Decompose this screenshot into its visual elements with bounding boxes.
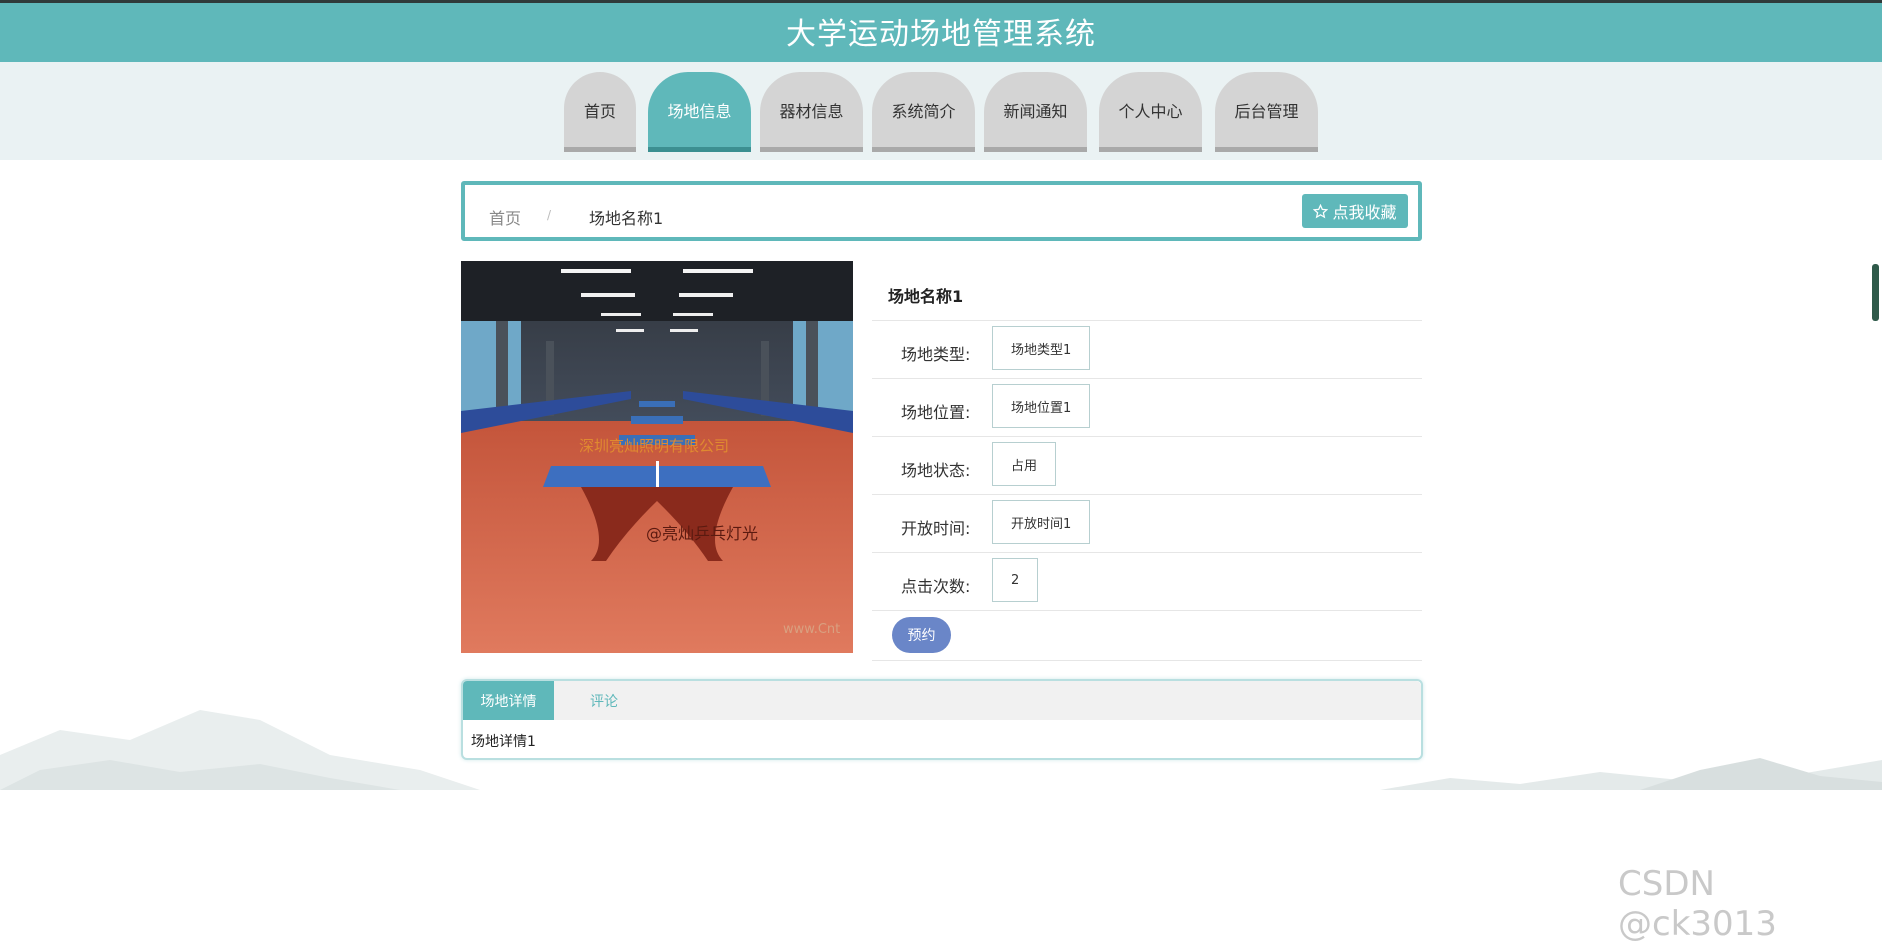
breadcrumb-separator: /: [547, 208, 552, 222]
nav-tab-home[interactable]: 首页: [564, 72, 636, 152]
nav-tab-equipment-info[interactable]: 器材信息: [760, 72, 863, 152]
field-row-location: 场地位置: 场地位置1: [872, 379, 1422, 437]
field-row-type: 场地类型: 场地类型1: [872, 321, 1422, 379]
tab-venue-detail[interactable]: 场地详情: [463, 681, 554, 720]
header-bar: 大学运动场地管理系统: [0, 0, 1882, 62]
nav-tab-admin[interactable]: 后台管理: [1215, 72, 1318, 152]
venue-name: 场地名称1: [872, 261, 1422, 321]
detail-tabbar: 场地详情 评论: [463, 681, 1421, 720]
photo-watermark-handle: @亮灿乒乓灯光: [646, 524, 758, 543]
field-label-open-time: 开放时间:: [901, 519, 971, 538]
nav-tab-news[interactable]: 新闻通知: [984, 72, 1087, 152]
field-label-status: 场地状态:: [901, 461, 971, 480]
book-button[interactable]: 预约: [892, 617, 951, 653]
breadcrumb-home[interactable]: 首页: [489, 205, 521, 229]
venue-photo: 深圳亮灿照明有限公司 @亮灿乒乓灯光 www.Cnt: [461, 261, 853, 653]
field-value-open-time: 开放时间1: [992, 500, 1091, 544]
field-row-open-time: 开放时间: 开放时间1: [872, 495, 1422, 553]
field-row-status: 场地状态: 占用: [872, 437, 1422, 495]
photo-watermark-url: www.Cnt: [783, 622, 840, 637]
site-title: 大学运动场地管理系统: [786, 16, 1096, 52]
tab-comments[interactable]: 评论: [554, 681, 654, 720]
nav-tab-system-intro[interactable]: 系统简介: [872, 72, 975, 152]
photo-watermark-company: 深圳亮灿照明有限公司: [579, 437, 729, 455]
favorite-button-label: 点我收藏: [1332, 203, 1397, 222]
breadcrumb: 首页 / 场地名称1 点我收藏: [461, 181, 1422, 241]
field-row-clicks: 点击次数: 2: [872, 553, 1422, 611]
venue-info-panel: 场地名称1 场地类型: 场地类型1 场地位置: 场地位置1 场地状态: 占用 开…: [872, 261, 1422, 661]
scrollbar-thumb[interactable]: [1872, 264, 1879, 321]
field-value-location: 场地位置1: [992, 384, 1091, 428]
favorite-button[interactable]: 点我收藏: [1302, 194, 1408, 228]
breadcrumb-current: 场地名称1: [589, 209, 664, 228]
book-row: 预约: [872, 611, 1422, 661]
csdn-watermark: CSDN @ck3013: [1618, 864, 1777, 944]
field-label-type: 场地类型:: [901, 345, 971, 364]
star-outline-icon: [1313, 203, 1329, 218]
field-value-type: 场地类型1: [992, 326, 1091, 370]
detail-content: 场地详情1: [471, 734, 536, 750]
field-value-clicks: 2: [992, 558, 1039, 602]
field-value-status: 占用: [992, 442, 1057, 486]
detail-panel: 场地详情 评论 场地详情1: [461, 679, 1423, 760]
field-label-location: 场地位置:: [901, 403, 971, 422]
field-label-clicks: 点击次数:: [901, 577, 971, 596]
nav-tab-venue-info[interactable]: 场地信息: [648, 72, 751, 152]
nav-tab-personal-center[interactable]: 个人中心: [1099, 72, 1202, 152]
